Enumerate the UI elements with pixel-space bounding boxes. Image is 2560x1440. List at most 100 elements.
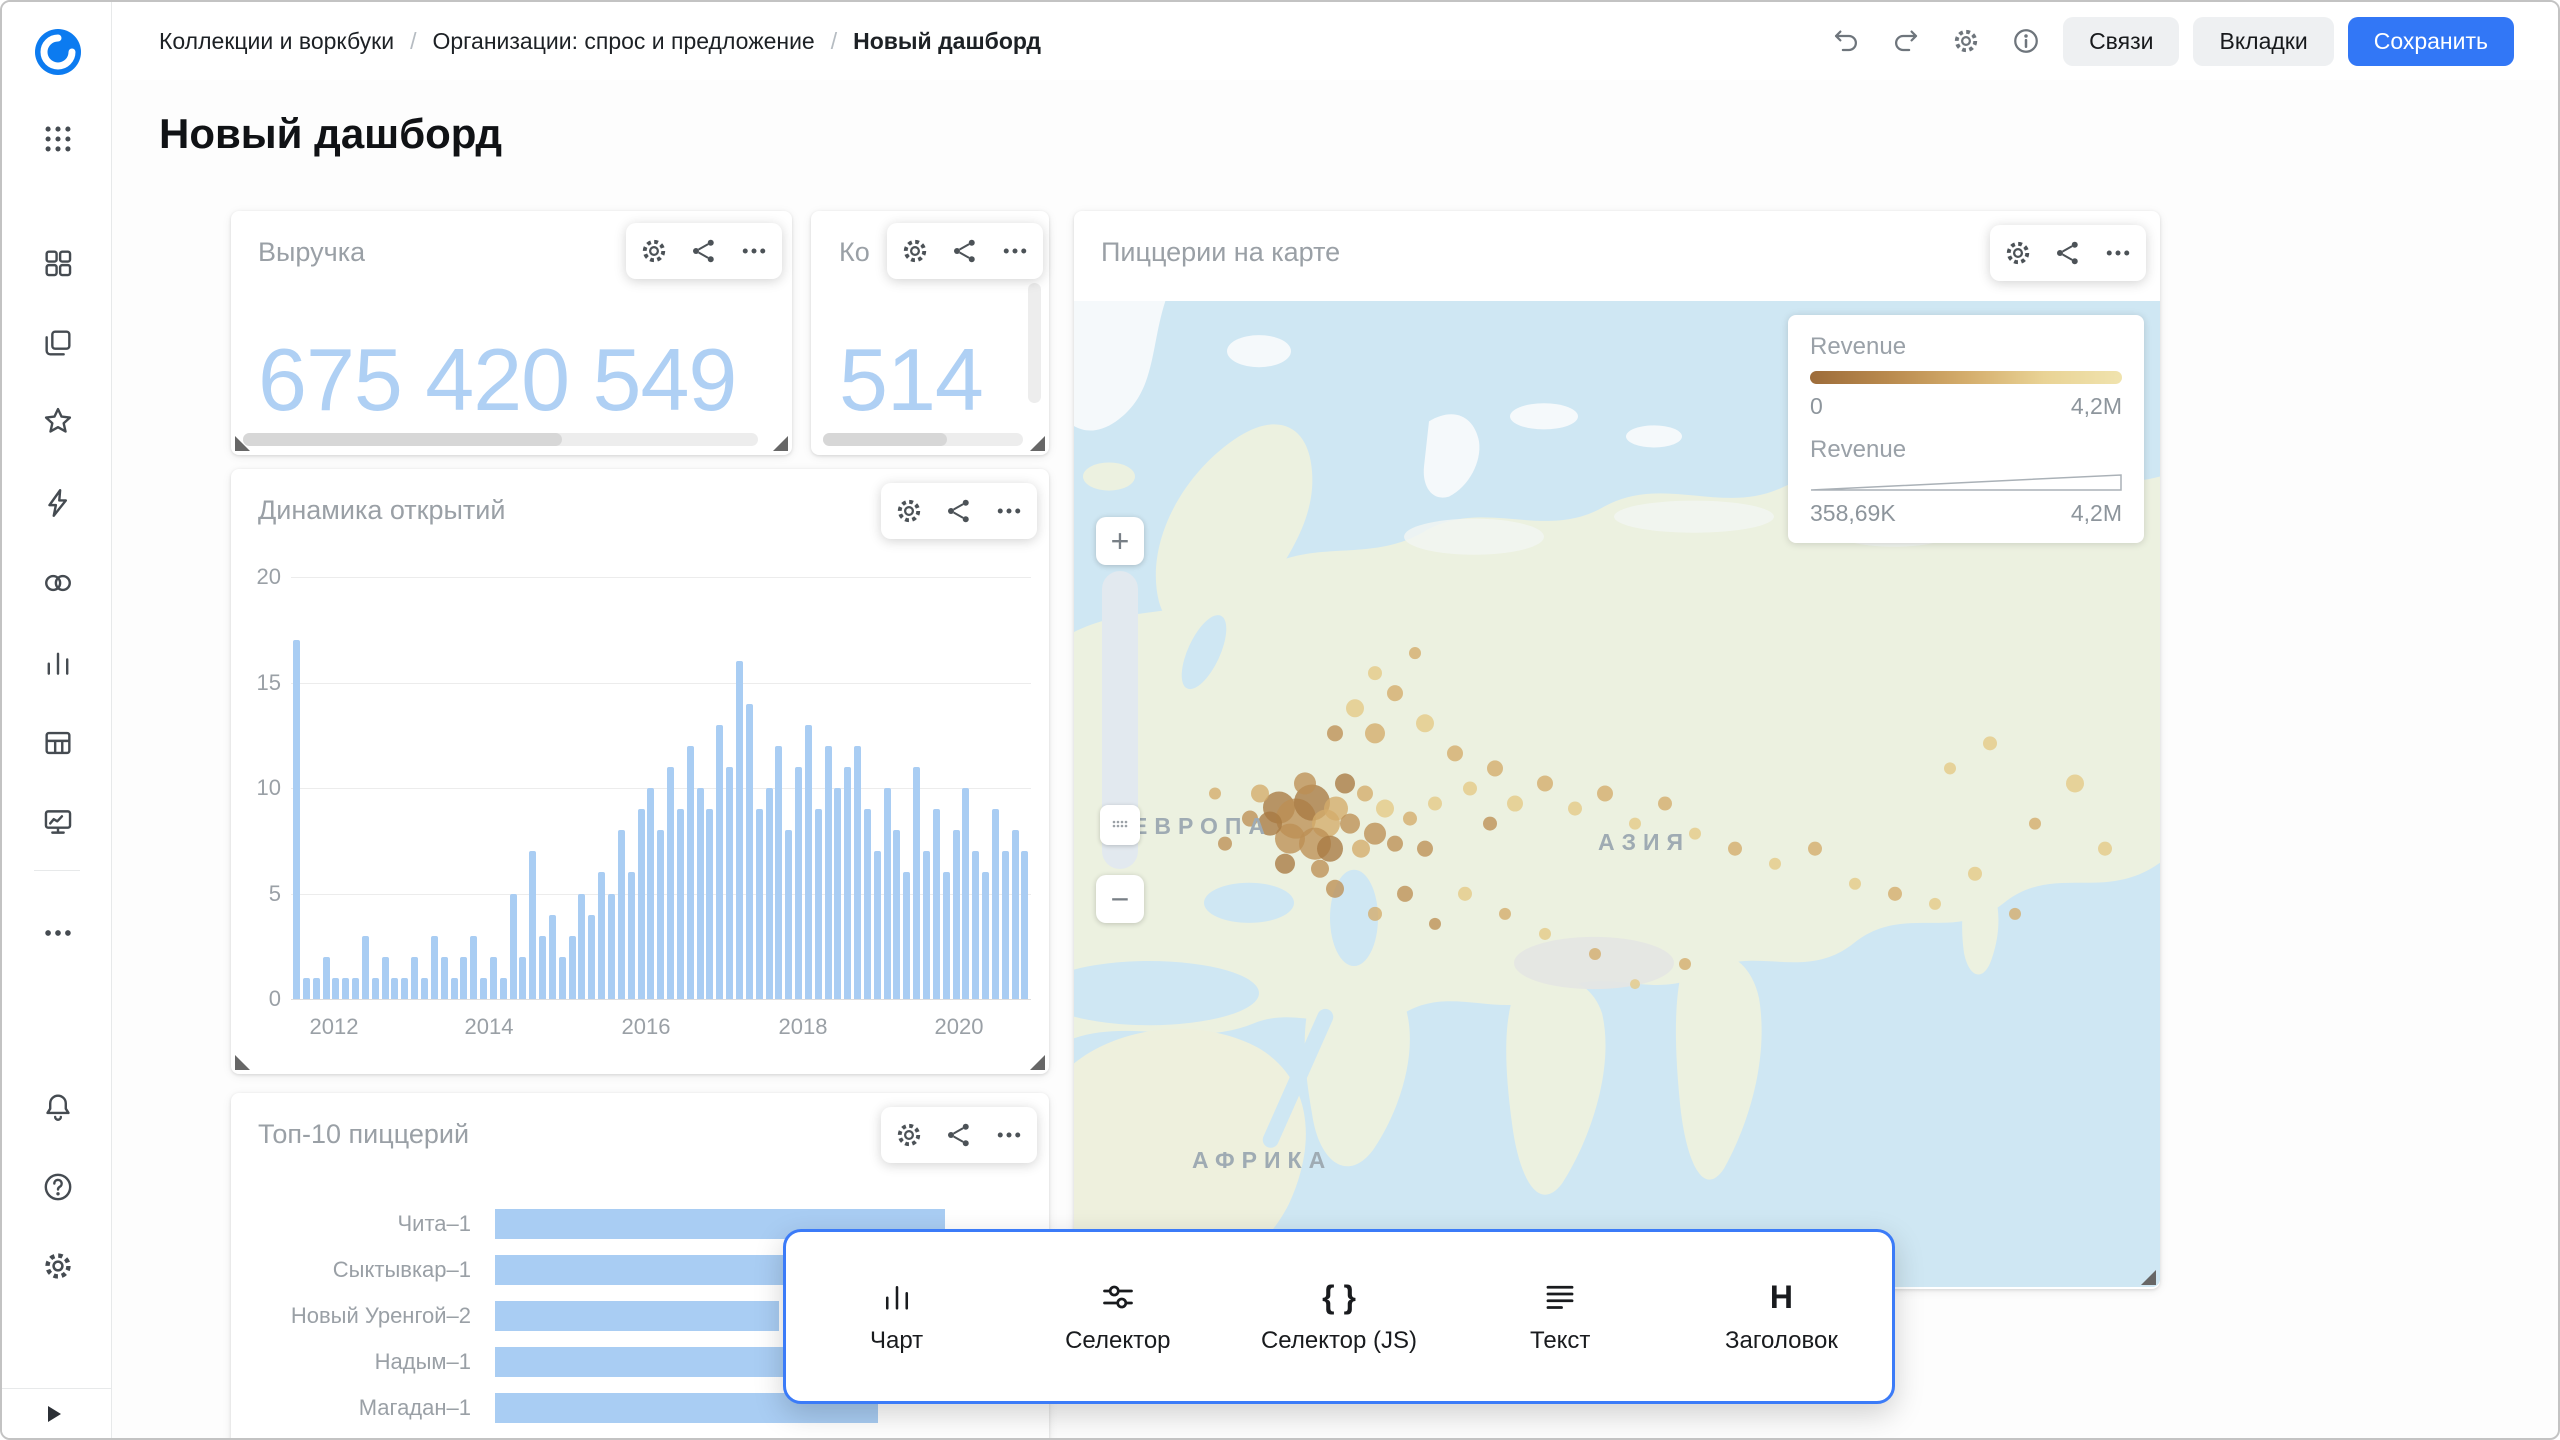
resize-handle[interactable] — [235, 1055, 250, 1070]
map-bubble — [1537, 775, 1553, 791]
widget-more-ellipsis-icon[interactable] — [731, 228, 777, 274]
map-bubble — [1387, 685, 1403, 701]
links-button[interactable]: Связи — [2063, 17, 2179, 66]
settings-gear-icon[interactable] — [33, 1241, 83, 1291]
widget-settings-gear-icon[interactable] — [1995, 230, 2041, 276]
legend-size-ramp — [1810, 474, 2122, 491]
bar — [313, 978, 320, 999]
y-tick-label: 0 — [235, 986, 281, 1012]
collapse-arrow-icon[interactable] — [48, 1406, 61, 1422]
add-text-button[interactable]: Текст — [1450, 1232, 1671, 1401]
widget-links-share-icon[interactable] — [936, 1112, 982, 1158]
widget-links-share-icon[interactable] — [2045, 230, 2091, 276]
bar — [825, 746, 832, 999]
sidebar-item-editor[interactable] — [33, 478, 83, 528]
sidebar-item-charts[interactable] — [33, 638, 83, 688]
resize-handle[interactable] — [235, 436, 250, 451]
info-icon[interactable] — [2003, 18, 2049, 64]
widget-more-ellipsis-icon[interactable] — [986, 1112, 1032, 1158]
bar — [352, 978, 359, 999]
bar-chart-bars — [291, 577, 1031, 999]
widget-actions — [881, 483, 1037, 539]
scrollbar-thumb[interactable] — [243, 433, 562, 446]
bar — [332, 978, 339, 999]
gridline — [291, 999, 1031, 1000]
map-zoom-out-button[interactable]: − — [1096, 875, 1144, 923]
tabs-button[interactable]: Вкладки — [2193, 17, 2333, 66]
sidebar-item-connections[interactable] — [33, 558, 83, 608]
panel-item-label: Селектор — [1065, 1327, 1170, 1355]
vertical-scrollbar[interactable] — [1028, 283, 1041, 403]
map-bubble — [1251, 784, 1269, 802]
horizontal-scrollbar[interactable] — [823, 433, 1023, 446]
x-tick-label: 2012 — [294, 1014, 374, 1040]
y-tick-label: 5 — [235, 881, 281, 907]
widget-settings-gear-icon[interactable] — [892, 228, 938, 274]
sidebar-item-dashboards[interactable] — [33, 238, 83, 288]
widget-links-share-icon[interactable] — [681, 228, 727, 274]
top10-category-label: Чита–1 — [257, 1211, 471, 1237]
add-heading-button[interactable]: H Заголовок — [1671, 1232, 1892, 1401]
undo-icon[interactable] — [1823, 18, 1869, 64]
scrollbar-thumb[interactable] — [823, 433, 947, 446]
map-bubble — [2098, 842, 2112, 856]
datalens-logo-icon[interactable] — [34, 28, 82, 76]
redo-icon[interactable] — [1883, 18, 1929, 64]
widget-count: Ко 514 — [811, 211, 1049, 455]
bar — [608, 894, 615, 1000]
header-actions: Связи Вкладки Сохранить — [1823, 16, 2514, 66]
sidebar-item-presentations[interactable] — [33, 797, 83, 847]
map-ruler-handle[interactable] — [1100, 805, 1140, 845]
map-bubble — [1944, 762, 1956, 774]
bar — [372, 978, 379, 999]
widget-more-ellipsis-icon[interactable] — [992, 228, 1038, 274]
widget-settings-gear-icon[interactable] — [631, 228, 677, 274]
sidebar-item-favorites[interactable] — [33, 396, 83, 446]
breadcrumb-separator: / — [831, 28, 837, 55]
save-button[interactable]: Сохранить — [2348, 17, 2514, 66]
resize-handle[interactable] — [1030, 436, 1045, 451]
add-chart-button[interactable]: Чарт — [786, 1232, 1007, 1401]
widget-settings-gear-icon[interactable] — [886, 488, 932, 534]
sidebar-more-button[interactable] — [33, 908, 83, 958]
bar — [510, 894, 517, 1000]
add-selector-button[interactable]: Селектор — [1007, 1232, 1228, 1401]
bar — [864, 809, 871, 999]
bar — [342, 978, 349, 999]
horizontal-scrollbar[interactable] — [243, 433, 758, 446]
map-bubble — [1728, 842, 1742, 856]
sidebar-item-workbooks[interactable] — [33, 318, 83, 368]
map-bubble — [1463, 781, 1477, 795]
bar — [391, 978, 398, 999]
breadcrumb-collections[interactable]: Коллекции и воркбуки — [159, 28, 394, 55]
dashboard-settings-gear-icon[interactable] — [1943, 18, 1989, 64]
widget-links-share-icon[interactable] — [936, 488, 982, 534]
map-bubble — [1326, 880, 1344, 898]
map-region-label: ЕВРОПА — [1132, 813, 1272, 840]
resize-handle[interactable] — [773, 436, 788, 451]
bar — [638, 809, 645, 999]
breadcrumb-workbook[interactable]: Организации: спрос и предложение — [432, 28, 814, 55]
add-selector-js-button[interactable]: { } Селектор (JS) — [1228, 1232, 1449, 1401]
bar — [628, 872, 635, 999]
widget-more-ellipsis-icon[interactable] — [986, 488, 1032, 534]
panel-item-label: Селектор (JS) — [1261, 1327, 1417, 1355]
widget-settings-gear-icon[interactable] — [886, 1112, 932, 1158]
resize-handle[interactable] — [1030, 1055, 1045, 1070]
map-bubble — [2029, 818, 2041, 830]
widget-links-share-icon[interactable] — [942, 228, 988, 274]
bar — [460, 957, 467, 999]
map-bubble — [1368, 666, 1382, 680]
resize-handle[interactable] — [2141, 1270, 2156, 1285]
bar — [657, 830, 664, 999]
map-bubble — [1458, 887, 1472, 901]
chart-columns-icon — [879, 1279, 915, 1315]
top10-category-label: Сыктывкар–1 — [257, 1257, 471, 1283]
map-zoom-in-button[interactable]: + — [1096, 517, 1144, 565]
help-icon[interactable] — [33, 1162, 83, 1212]
bar — [697, 788, 704, 999]
apps-grid-icon[interactable] — [33, 114, 83, 164]
notifications-bell-icon[interactable] — [33, 1082, 83, 1132]
sidebar-item-datasets[interactable] — [33, 718, 83, 768]
widget-more-ellipsis-icon[interactable] — [2095, 230, 2141, 276]
